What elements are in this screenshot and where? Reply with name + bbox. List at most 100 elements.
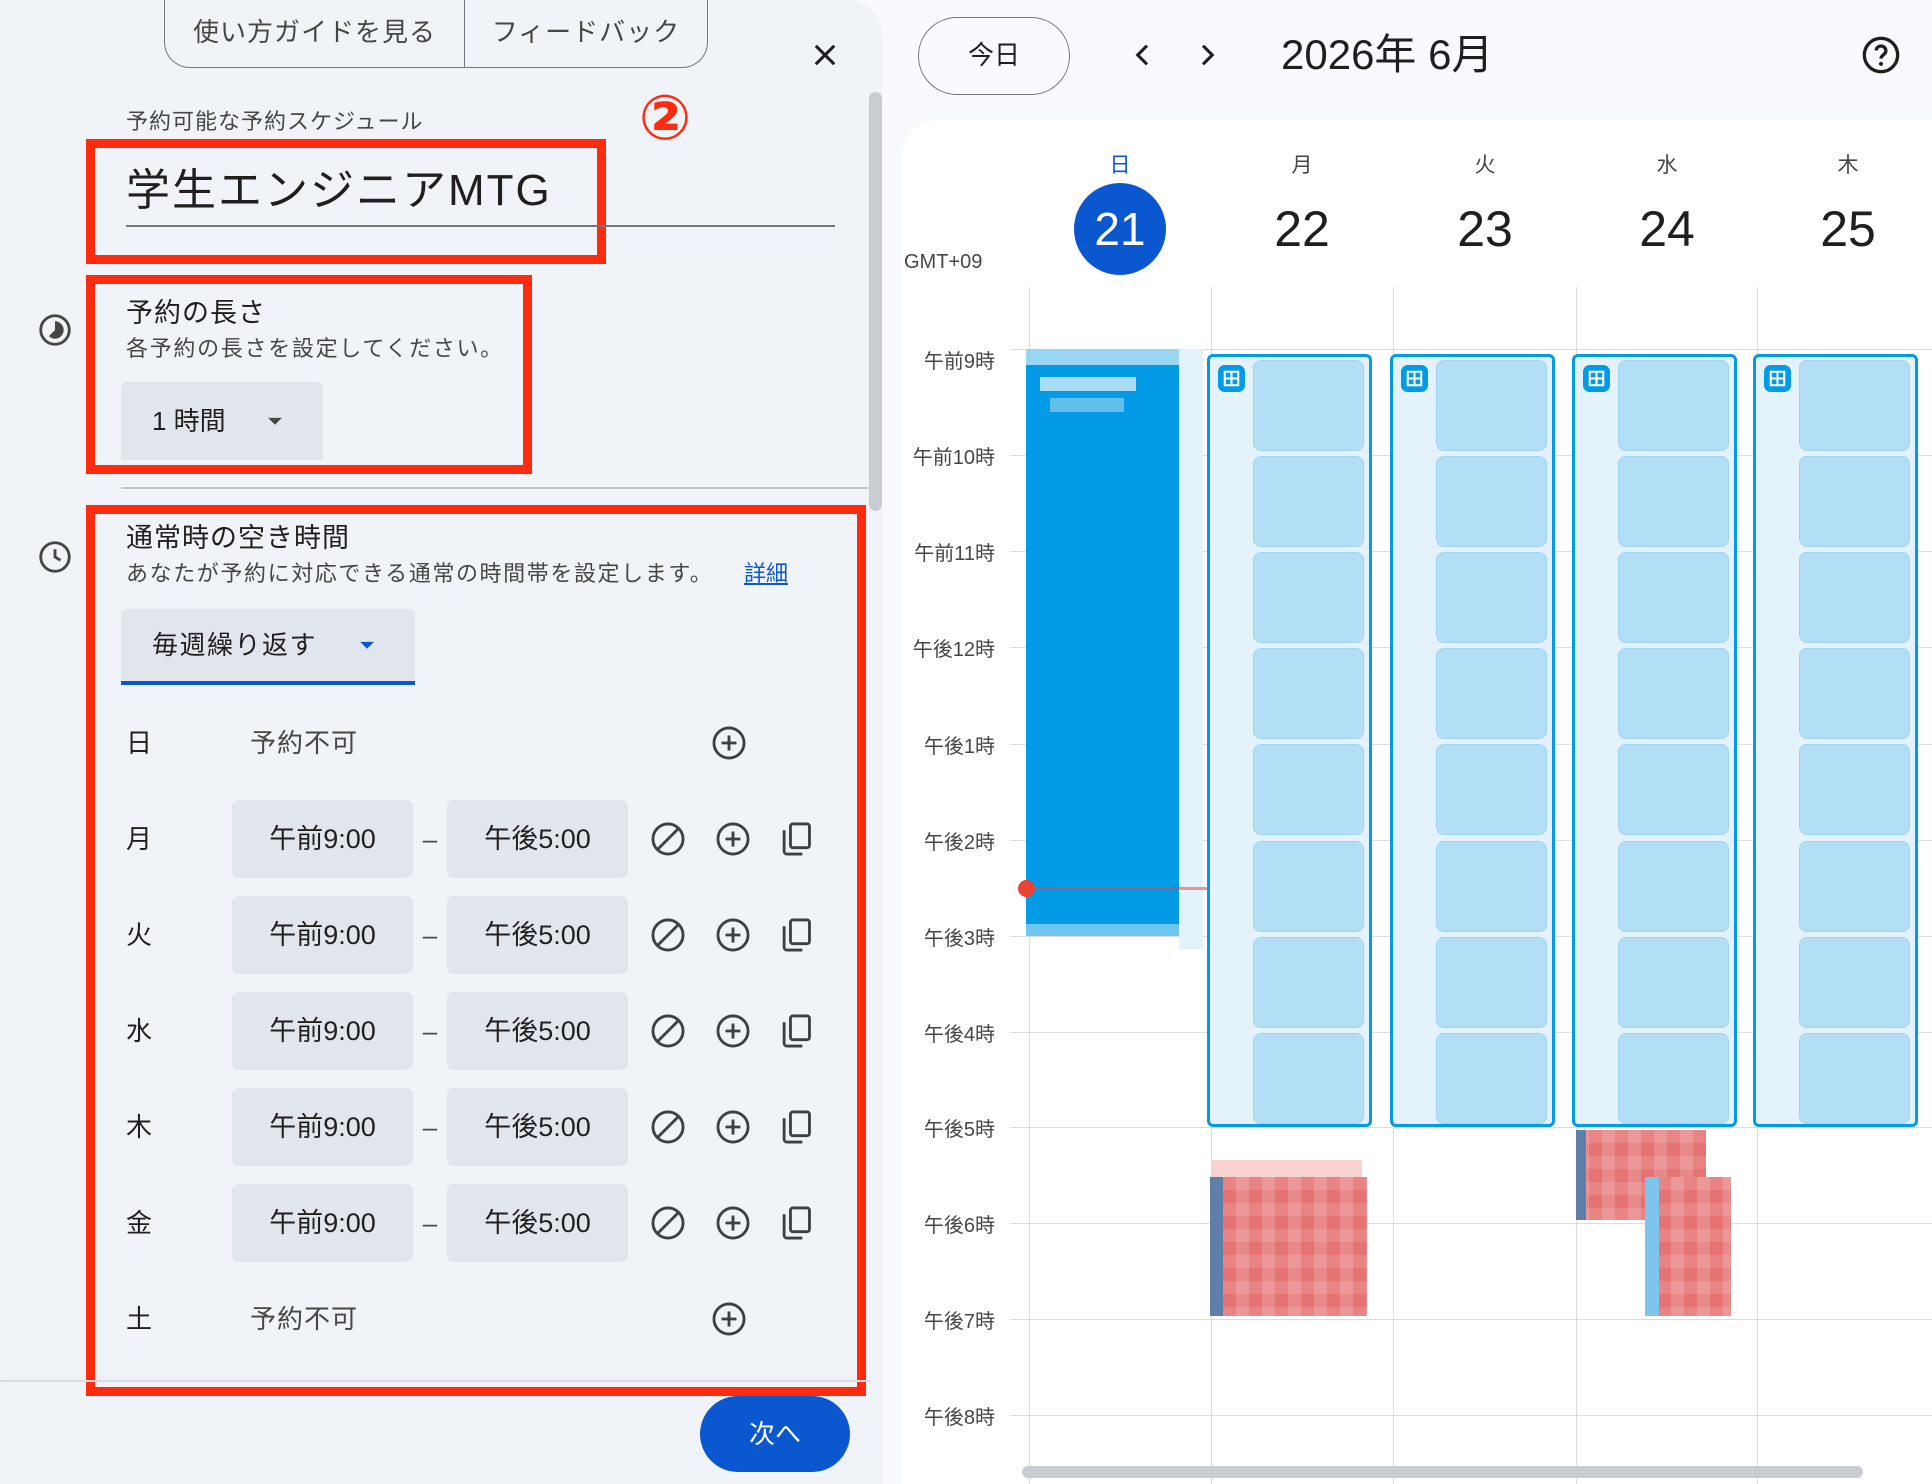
- calendar-horizontal-scrollbar[interactable]: [1022, 1466, 1863, 1478]
- unavailable-text: 予約不可: [250, 728, 359, 758]
- block-icon[interactable]: [649, 820, 687, 858]
- weekday-label: 月: [126, 824, 153, 854]
- duration-heading: 予約の長さ: [126, 298, 266, 328]
- step-marker: ②: [638, 84, 692, 153]
- start-time-field[interactable]: 午前9:00: [232, 992, 413, 1070]
- copy-icon[interactable]: [777, 820, 815, 858]
- weekday-header: 火: [1474, 154, 1496, 177]
- availability-slot: [1799, 744, 1910, 836]
- close-icon[interactable]: [808, 38, 842, 72]
- help-tabs: 使い方ガイドを見る フィードバック: [164, 0, 708, 68]
- unavailable-text: 予約不可: [250, 1304, 359, 1334]
- block-icon[interactable]: [649, 1204, 687, 1242]
- hour-gridline: [1010, 1127, 1932, 1128]
- weekday-header: 水: [1656, 154, 1678, 177]
- add-circle-icon[interactable]: [714, 1108, 752, 1146]
- duration-value: 1 時間: [152, 406, 226, 436]
- availability-slot: [1436, 744, 1547, 836]
- availability-slot: [1253, 456, 1364, 548]
- today-date-badge[interactable]: 21: [1074, 183, 1166, 275]
- tab-usage-guide[interactable]: 使い方ガイドを見る: [165, 0, 464, 67]
- add-circle-icon[interactable]: [714, 1012, 752, 1050]
- availability-slot: [1618, 1032, 1729, 1124]
- tab-feedback[interactable]: フィードバック: [463, 0, 707, 67]
- hour-label: 午後4時: [923, 1024, 995, 1046]
- availability-slot: [1799, 360, 1910, 451]
- availability-slot: [1436, 360, 1547, 451]
- arrow-drop-down-icon: [352, 630, 382, 660]
- weekday-label: 金: [126, 1208, 153, 1238]
- date-number[interactable]: 24: [1617, 199, 1717, 259]
- hour-label: 午後5時: [923, 1119, 995, 1141]
- availability-slot: [1436, 552, 1547, 644]
- time-range-separator: –: [422, 1112, 438, 1142]
- start-time-field[interactable]: 午前9:00: [232, 1088, 413, 1166]
- event-blur-overlay: [1026, 924, 1179, 936]
- end-time-field[interactable]: 午後5:00: [447, 1088, 628, 1166]
- availability-slot: [1618, 360, 1729, 451]
- panel-scrollbar[interactable]: [869, 92, 882, 511]
- schedule-title-input[interactable]: 学生エンジニアMTG: [126, 163, 552, 219]
- date-number[interactable]: 22: [1252, 199, 1352, 259]
- availability-slot: [1253, 360, 1364, 451]
- availability-block: [1572, 354, 1737, 1127]
- block-icon[interactable]: [649, 916, 687, 954]
- availability-slot: [1799, 840, 1910, 932]
- start-time-field[interactable]: 午前9:00: [232, 800, 413, 878]
- today-button[interactable]: 今日: [918, 17, 1070, 95]
- date-number[interactable]: 23: [1435, 199, 1535, 259]
- month-label: 2026年 6月: [1281, 31, 1494, 78]
- calendar-event[interactable]: [1210, 1177, 1367, 1316]
- hour-label: 午後7時: [923, 1311, 995, 1333]
- event-color-strip: [1576, 1130, 1586, 1220]
- availability-slot: [1253, 552, 1364, 644]
- block-icon[interactable]: [649, 1012, 687, 1050]
- weekday-label: 火: [126, 920, 153, 950]
- start-time-field[interactable]: 午前9:00: [232, 1184, 413, 1262]
- hour-gridline: [1010, 1415, 1932, 1416]
- end-time-field[interactable]: 午後5:00: [447, 1184, 628, 1262]
- copy-icon[interactable]: [777, 1012, 815, 1050]
- details-link[interactable]: 詳細: [744, 560, 788, 588]
- copy-icon[interactable]: [777, 1108, 815, 1146]
- hour-label: 午前10時: [912, 447, 995, 469]
- add-circle-icon[interactable]: [714, 820, 752, 858]
- add-circle-icon[interactable]: [714, 1204, 752, 1242]
- availability-slot: [1253, 1032, 1364, 1124]
- availability-slot: [1436, 840, 1547, 932]
- add-circle-icon[interactable]: [714, 916, 752, 954]
- weekday-header: 月: [1291, 154, 1313, 177]
- weekday-label: 日: [126, 728, 153, 758]
- end-time-field[interactable]: 午後5:00: [447, 896, 628, 974]
- end-time-field[interactable]: 午後5:00: [447, 992, 628, 1070]
- weekday-label: 木: [126, 1112, 153, 1142]
- title-underline: [126, 225, 835, 227]
- scheduling-side-panel: 使い方ガイドを見る フィードバック 予約可能な予約スケジュール ② 学生エンジニ…: [0, 0, 882, 1484]
- appointment-grid-icon: [1764, 365, 1791, 392]
- end-time-field[interactable]: 午後5:00: [447, 800, 628, 878]
- availability-slot: [1799, 456, 1910, 548]
- event-blur-overlay: [1040, 377, 1136, 391]
- calendar-event[interactable]: [1026, 349, 1179, 936]
- date-number[interactable]: 25: [1798, 199, 1898, 259]
- event-color-strip: [1645, 1177, 1659, 1316]
- start-time-field[interactable]: 午前9:00: [232, 896, 413, 974]
- availability-slot: [1436, 456, 1547, 548]
- chevron-right-icon[interactable]: [1191, 39, 1223, 71]
- copy-icon[interactable]: [777, 1204, 815, 1242]
- add-circle-icon[interactable]: [710, 724, 748, 762]
- hour-label: 午後1時: [923, 736, 995, 758]
- block-icon[interactable]: [649, 1108, 687, 1146]
- weekday-header: 日: [1109, 154, 1131, 177]
- help-icon[interactable]: [1861, 35, 1901, 75]
- next-button[interactable]: 次へ: [700, 1396, 850, 1472]
- copy-icon[interactable]: [777, 916, 815, 954]
- duration-dropdown[interactable]: 1 時間: [121, 382, 323, 460]
- time-range-separator: –: [422, 1016, 438, 1046]
- repeat-dropdown[interactable]: 毎週繰り返す: [121, 609, 415, 685]
- chevron-left-icon[interactable]: [1127, 39, 1159, 71]
- add-circle-icon[interactable]: [710, 1300, 748, 1338]
- event-blur-overlay: [1179, 349, 1203, 949]
- time-range-separator: –: [422, 1208, 438, 1238]
- availability-block: [1207, 354, 1372, 1127]
